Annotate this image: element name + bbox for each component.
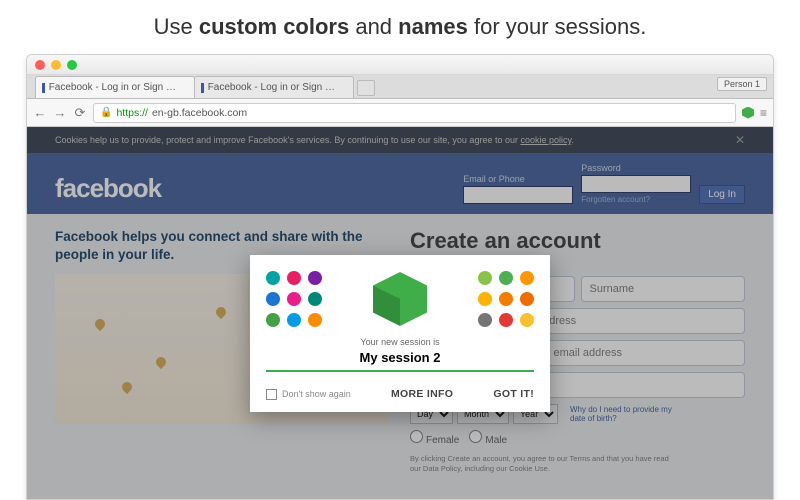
color-swatch[interactable] bbox=[499, 292, 513, 306]
minimize-window-button[interactable] bbox=[51, 60, 61, 70]
color-swatch[interactable] bbox=[308, 313, 322, 327]
color-swatch[interactable] bbox=[499, 271, 513, 285]
color-swatch[interactable] bbox=[287, 271, 301, 285]
color-swatch[interactable] bbox=[308, 271, 322, 285]
color-swatch[interactable] bbox=[266, 271, 280, 285]
color-swatch[interactable] bbox=[287, 292, 301, 306]
browser-window: Facebook - Log in or Sign … Facebook - L… bbox=[26, 54, 774, 500]
close-window-button[interactable] bbox=[35, 60, 45, 70]
session-cube-icon bbox=[373, 272, 427, 326]
color-swatch[interactable] bbox=[266, 292, 280, 306]
color-swatch[interactable] bbox=[308, 292, 322, 306]
color-swatch[interactable] bbox=[478, 313, 492, 327]
color-palette-left bbox=[266, 271, 322, 327]
tab-title: Facebook - Log in or Sign … bbox=[208, 82, 335, 93]
tab-strip: Facebook - Log in or Sign … Facebook - L… bbox=[27, 75, 773, 99]
color-swatch[interactable] bbox=[478, 292, 492, 306]
profile-switcher-button[interactable]: Person 1 bbox=[717, 77, 767, 91]
browser-tab[interactable]: Facebook - Log in or Sign … bbox=[35, 76, 195, 98]
facebook-favicon-icon bbox=[42, 83, 45, 93]
session-name-input[interactable] bbox=[266, 347, 534, 372]
reload-button[interactable]: ⟳ bbox=[73, 105, 87, 121]
color-swatch[interactable] bbox=[520, 292, 534, 306]
color-swatch[interactable] bbox=[499, 313, 513, 327]
tab-title: Facebook - Log in or Sign … bbox=[49, 82, 176, 93]
browser-toolbar: ← → ⟳ 🔒 https:// en-gb.facebook.com ≡ bbox=[27, 99, 773, 127]
browser-menu-button[interactable]: ≡ bbox=[760, 106, 767, 120]
color-swatch[interactable] bbox=[478, 271, 492, 285]
session-name-label: Your new session is bbox=[266, 337, 534, 347]
color-swatch[interactable] bbox=[266, 313, 280, 327]
back-button[interactable]: ← bbox=[33, 105, 47, 120]
zoom-window-button[interactable] bbox=[67, 60, 77, 70]
color-swatch[interactable] bbox=[287, 313, 301, 327]
url-host: en-gb.facebook.com bbox=[152, 107, 247, 119]
got-it-button[interactable]: GOT IT! bbox=[493, 388, 534, 400]
lock-icon: 🔒 bbox=[100, 107, 112, 118]
more-info-button[interactable]: MORE INFO bbox=[391, 388, 453, 400]
forward-button[interactable]: → bbox=[53, 105, 67, 120]
address-bar[interactable]: 🔒 https:// en-gb.facebook.com bbox=[93, 103, 736, 123]
browser-tab[interactable]: Facebook - Log in or Sign … bbox=[194, 76, 354, 98]
promo-tagline: Use custom colors and names for your ses… bbox=[0, 0, 800, 52]
color-palette-right bbox=[478, 271, 534, 327]
facebook-favicon-icon bbox=[201, 83, 204, 93]
dont-show-again-checkbox[interactable]: Don't show again bbox=[266, 389, 351, 400]
url-scheme: https:// bbox=[116, 107, 148, 119]
color-swatch[interactable] bbox=[520, 313, 534, 327]
session-setup-modal: Your new session is Don't show again MOR… bbox=[250, 255, 550, 412]
session-extension-icon[interactable] bbox=[742, 107, 754, 119]
new-tab-button[interactable] bbox=[357, 80, 375, 96]
window-titlebar bbox=[27, 55, 773, 75]
color-swatch[interactable] bbox=[520, 271, 534, 285]
